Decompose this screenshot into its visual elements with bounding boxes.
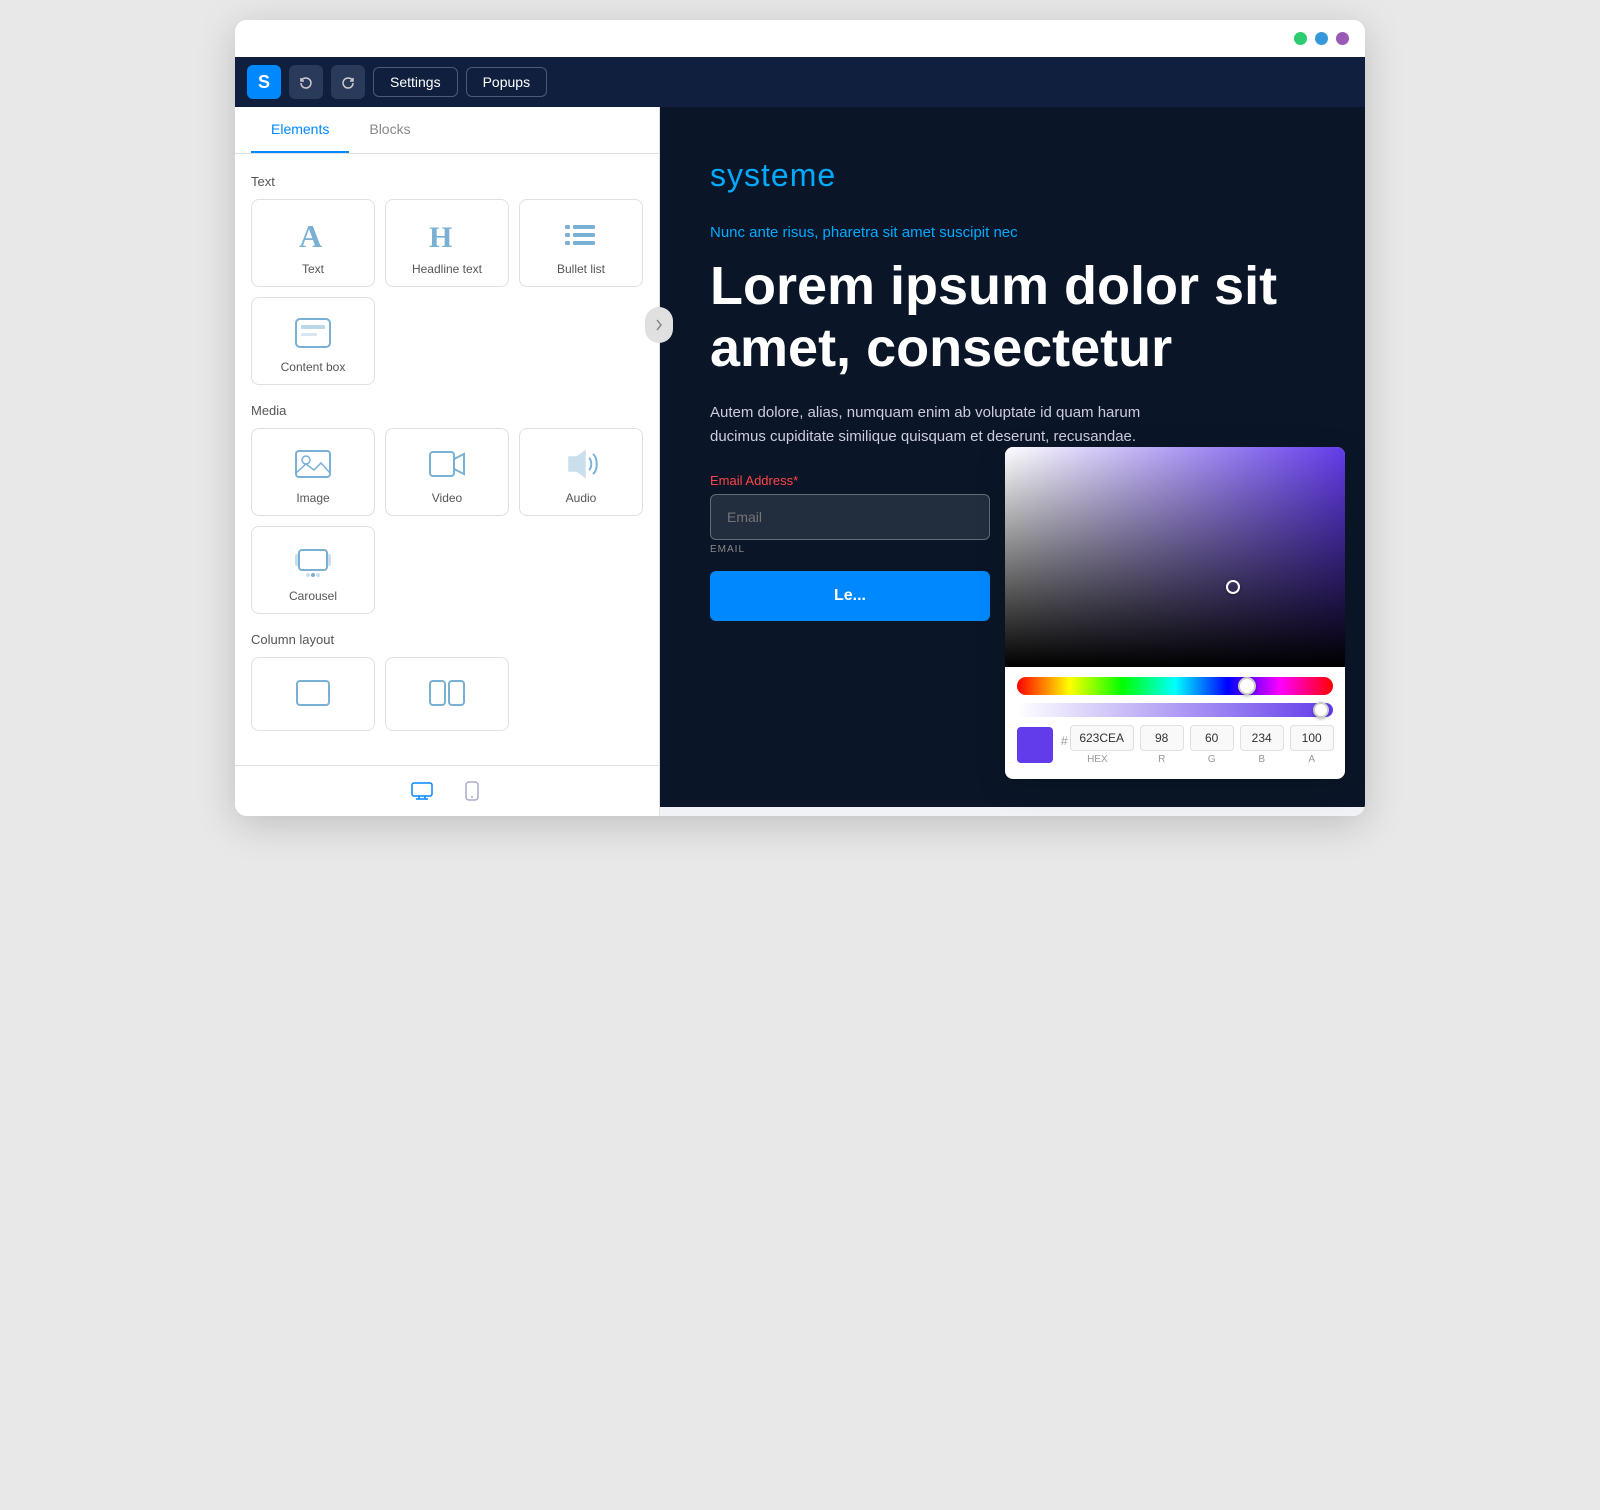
element-col-1[interactable] bbox=[251, 657, 375, 731]
popups-button[interactable]: Popups bbox=[466, 67, 547, 97]
hex-value-group: # HEX bbox=[1061, 725, 1134, 765]
section-label-text: Text bbox=[251, 174, 643, 189]
undo-button[interactable] bbox=[289, 65, 323, 99]
color-picker: # HEX R bbox=[1005, 447, 1345, 779]
scroll-indicator[interactable] bbox=[645, 307, 673, 343]
text-icon: A bbox=[291, 216, 335, 254]
section-label-media: Media bbox=[251, 403, 643, 418]
hex-hash: # bbox=[1061, 728, 1068, 748]
a-value-group: A bbox=[1290, 725, 1334, 765]
color-picker-bottom: # HEX R bbox=[1005, 725, 1345, 779]
redo-icon bbox=[340, 74, 356, 90]
canvas-tagline: Nunc ante risus, pharetra sit amet susci… bbox=[710, 224, 1315, 241]
columns-elements-grid bbox=[251, 657, 643, 731]
alpha-handle[interactable] bbox=[1313, 702, 1329, 718]
a-input[interactable] bbox=[1290, 725, 1334, 751]
element-image-label: Image bbox=[296, 491, 329, 505]
canvas-body-text: Autem dolore, alias, numquam enim ab vol… bbox=[710, 401, 1190, 449]
g-value-group: G bbox=[1190, 725, 1234, 765]
desktop-icon[interactable] bbox=[407, 776, 437, 806]
section-label-columns: Column layout bbox=[251, 632, 643, 647]
color-gradient[interactable] bbox=[1005, 447, 1345, 667]
video-icon bbox=[425, 445, 469, 483]
element-image[interactable]: Image bbox=[251, 428, 375, 516]
sidebar-tabs: Elements Blocks bbox=[235, 107, 659, 154]
canvas-logo: systeme bbox=[710, 157, 1315, 194]
element-content-box[interactable]: Content box bbox=[251, 297, 375, 385]
mobile-icon[interactable] bbox=[457, 776, 487, 806]
element-content-box-label: Content box bbox=[281, 360, 346, 374]
g-label: G bbox=[1208, 754, 1216, 765]
element-headline[interactable]: H Headline text bbox=[385, 199, 509, 287]
canvas-email-input[interactable] bbox=[710, 494, 990, 540]
col-1-icon bbox=[291, 674, 335, 712]
sidebar-footer bbox=[235, 765, 659, 816]
element-audio-label: Audio bbox=[566, 491, 597, 505]
col-2-icon bbox=[425, 674, 469, 712]
element-video-label: Video bbox=[432, 491, 462, 505]
element-video[interactable]: Video bbox=[385, 428, 509, 516]
color-values-container: # HEX R bbox=[1061, 725, 1334, 765]
carousel-icon bbox=[291, 543, 335, 581]
element-audio[interactable]: Audio bbox=[519, 428, 643, 516]
toolbar: S Settings Popups bbox=[235, 57, 1365, 107]
tab-blocks[interactable]: Blocks bbox=[349, 107, 430, 153]
color-gradient-area[interactable] bbox=[1005, 447, 1345, 667]
canvas-cta-button[interactable]: Le... bbox=[710, 571, 990, 621]
element-bullet-list-label: Bullet list bbox=[557, 262, 605, 276]
color-alpha-bar[interactable] bbox=[1017, 703, 1333, 717]
element-bullet-list[interactable]: Bullet list bbox=[519, 199, 643, 287]
title-bar bbox=[235, 20, 1365, 57]
b-value-group: B bbox=[1240, 725, 1284, 765]
tab-elements[interactable]: Elements bbox=[251, 107, 349, 153]
hue-handle[interactable] bbox=[1238, 677, 1256, 695]
traffic-light-green[interactable] bbox=[1294, 32, 1307, 45]
element-carousel-label: Carousel bbox=[289, 589, 337, 603]
color-swatch-block bbox=[1017, 727, 1053, 763]
hex-label: HEX bbox=[1087, 754, 1108, 765]
main-area: Elements Blocks Text bbox=[235, 107, 1365, 816]
redo-button[interactable] bbox=[331, 65, 365, 99]
b-label: B bbox=[1258, 754, 1265, 765]
audio-icon bbox=[559, 445, 603, 483]
media-elements-grid: Image Video bbox=[251, 428, 643, 614]
image-icon bbox=[291, 445, 335, 483]
r-label: R bbox=[1158, 754, 1165, 765]
g-input[interactable] bbox=[1190, 725, 1234, 751]
undo-icon bbox=[298, 74, 314, 90]
element-headline-label: Headline text bbox=[412, 262, 482, 276]
content-box-icon bbox=[291, 314, 335, 352]
r-value-group: R bbox=[1140, 725, 1184, 765]
a-label: A bbox=[1308, 754, 1315, 765]
sidebar-content: Text A Text bbox=[235, 154, 659, 765]
svg-text:A: A bbox=[299, 218, 322, 253]
app-shell: S Settings Popups bbox=[235, 57, 1365, 816]
element-text-label: Text bbox=[302, 262, 324, 276]
canvas-headline: Lorem ipsum dolor sit amet, consectetur bbox=[710, 255, 1315, 379]
b-input[interactable] bbox=[1240, 725, 1284, 751]
traffic-light-blue[interactable] bbox=[1315, 32, 1328, 45]
color-hue-bar[interactable] bbox=[1017, 677, 1333, 695]
element-col-2[interactable] bbox=[385, 657, 509, 731]
color-picker-handle[interactable] bbox=[1226, 580, 1240, 594]
element-text[interactable]: A Text bbox=[251, 199, 375, 287]
settings-button[interactable]: Settings bbox=[373, 67, 458, 97]
hex-input[interactable] bbox=[1070, 725, 1134, 751]
sidebar: Elements Blocks Text bbox=[235, 107, 660, 816]
headline-icon: H bbox=[425, 216, 469, 254]
r-input[interactable] bbox=[1140, 725, 1184, 751]
traffic-light-purple[interactable] bbox=[1336, 32, 1349, 45]
text-elements-grid: A Text H Headline t bbox=[251, 199, 643, 385]
app-window: S Settings Popups bbox=[235, 20, 1365, 816]
bullet-list-icon bbox=[559, 216, 603, 254]
canvas: systeme Nunc ante risus, pharetra sit am… bbox=[660, 107, 1365, 816]
toolbar-logo: S bbox=[247, 65, 281, 99]
svg-text:H: H bbox=[429, 221, 452, 253]
element-carousel[interactable]: Carousel bbox=[251, 526, 375, 614]
